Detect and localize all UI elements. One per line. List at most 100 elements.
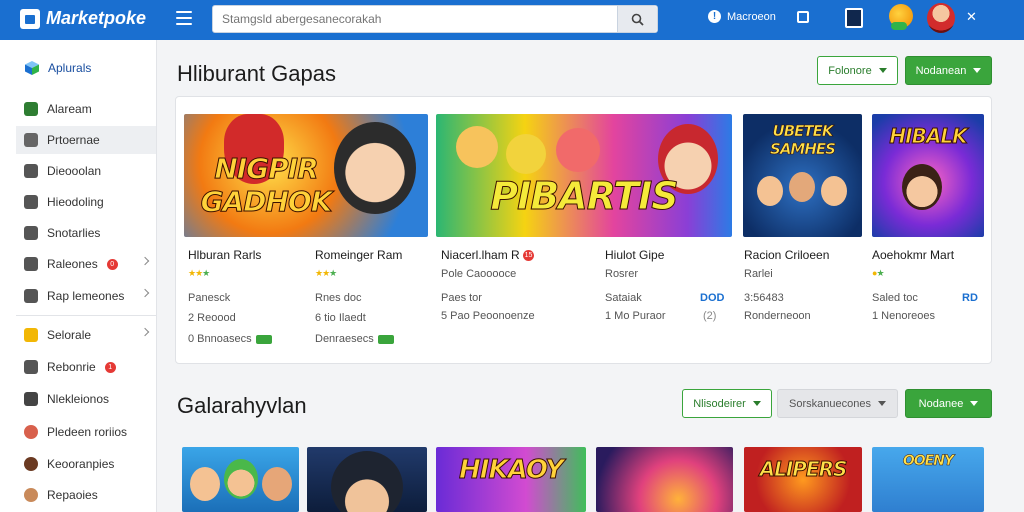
game-title-row[interactable]: Niacerl.lham R 15 (441, 248, 535, 262)
card-detail: 3:56483 (744, 292, 784, 304)
count-badge: 1 (104, 361, 116, 373)
game-thumbnail[interactable]: NIGPIR GADHOK (184, 114, 428, 237)
game-thumbnail[interactable]: UBETEK SAMHES (743, 114, 862, 237)
card-detail: Sataiak (605, 292, 642, 304)
game-title[interactable]: Racion Criloeen (744, 248, 829, 262)
sidebar-item-label: Rap lemeones (47, 289, 125, 303)
sidebar-header-label: Aplurals (48, 61, 92, 75)
sort-dropdown[interactable]: Sorskanuecones (777, 389, 898, 418)
card-detail: 1 Nenoreoes (872, 310, 935, 322)
rating-stars: ★★★ (315, 268, 337, 278)
sidebar: Aplurals Alaream Prtoernae Dieooolan Hie… (0, 40, 157, 512)
sidebar-divider (16, 315, 156, 316)
sidebar-item-label: Snotarlies (47, 226, 101, 240)
game-title[interactable]: Hiulot Gipe (605, 248, 664, 262)
sidebar-item-raleones[interactable]: Raleones 0 (16, 250, 156, 278)
notifications-icon[interactable] (797, 11, 809, 23)
calendar-icon (24, 392, 38, 406)
card-meta: Rarlei (744, 268, 773, 280)
thumbnail-title: OOENY (902, 453, 955, 470)
card-detail: Rnes doc (315, 292, 362, 304)
profile-avatar-icon (24, 488, 38, 502)
chevron-right-icon (140, 327, 150, 337)
filter-dropdown[interactable]: Folonore (817, 56, 898, 85)
sidebar-item-repaoies[interactable]: Repaoies (16, 481, 156, 509)
sidebar-item-snotarlies[interactable]: Snotarlies (16, 219, 156, 247)
search-icon (631, 13, 644, 26)
character-face (506, 134, 546, 174)
game-title[interactable]: Aoehokmr Mart (872, 248, 954, 262)
sidebar-header[interactable]: Aplurals (24, 60, 91, 76)
box-icon (24, 164, 38, 178)
game-title[interactable]: Romeinger Ram (315, 248, 402, 262)
card-value: DOD (700, 292, 725, 304)
character-face (902, 164, 942, 210)
thumbnail-title: NIGPIR GADHOK (200, 152, 333, 219)
sidebar-item-dieooolan[interactable]: Dieooolan (16, 157, 156, 185)
game-thumbnail[interactable]: OOENY (872, 447, 984, 512)
character-face (556, 128, 600, 172)
character-face (821, 176, 847, 206)
game-thumbnail[interactable]: ALIPERS (744, 447, 862, 512)
card-value: (2) (703, 310, 717, 322)
primary-dropdown-button[interactable]: Nodanee (905, 389, 992, 418)
sidebar-item-alaream[interactable]: Alaream (16, 95, 156, 123)
filter-dropdown[interactable]: Nlisodeirer (682, 389, 772, 418)
chevron-down-icon (973, 68, 982, 73)
search-button[interactable] (617, 6, 657, 32)
sidebar-item-rap-lemeones[interactable]: Rap lemeones (16, 282, 156, 310)
sidebar-item-label: Repaoies (47, 488, 98, 502)
count-badge: 0 (106, 258, 118, 270)
card-detail: Panesck (188, 292, 231, 304)
card-detail: Denraesecs (315, 333, 374, 345)
character-face (262, 467, 292, 501)
chevron-down-icon (970, 401, 979, 406)
section-title-gallery: Galarahyvlan (177, 393, 307, 418)
character-face (190, 467, 220, 501)
user-avatar[interactable] (927, 3, 955, 33)
game-thumbnail[interactable]: HIBALK (872, 114, 984, 237)
menu-icon[interactable] (176, 11, 192, 25)
game-thumbnail[interactable]: PIBARTIS (436, 114, 732, 237)
card-meta: Pole Caooooce (441, 268, 517, 280)
count-badge: 15 (523, 250, 535, 262)
character-face (331, 451, 403, 512)
sidebar-item-keooranpies[interactable]: Keooranpies (16, 450, 156, 478)
card-detail: Saled toc (872, 292, 918, 304)
card-detail: 5 Pao Peoonoenze (441, 310, 535, 322)
monitor-icon[interactable] (845, 8, 863, 28)
game-thumbnail[interactable] (307, 447, 427, 512)
card-detail: 0 Bnnoasecs (188, 333, 252, 345)
tools-icon[interactable]: ✕ (966, 9, 977, 25)
chevron-down-icon (878, 68, 887, 73)
chevron-down-icon (877, 401, 886, 406)
section-title-featured: Hliburant Gapas (177, 61, 336, 86)
chevron-right-icon (140, 256, 150, 266)
primary-dropdown-button[interactable]: Nodanean (905, 56, 992, 85)
thumbnail-title: HIBALK (889, 124, 968, 149)
chevron-down-icon (752, 401, 761, 406)
sidebar-item-prtoernae[interactable]: Prtoernae (16, 126, 156, 154)
card-meta: Rosrer (605, 268, 639, 280)
top-bar: Marketpoke ! Macroeon ✕ (0, 0, 1024, 40)
game-thumbnail[interactable] (182, 447, 299, 512)
game-thumbnail[interactable] (596, 447, 733, 512)
list-icon (24, 226, 38, 240)
sidebar-item-pledeen-roriios[interactable]: Pledeen roriios (16, 418, 156, 446)
sidebar-item-hieodoling[interactable]: Hieodoling (16, 188, 156, 216)
brand[interactable]: Marketpoke (20, 8, 146, 29)
filter-label: Nlisodeirer (693, 397, 746, 410)
gamepad-icon (24, 289, 38, 303)
game-thumbnail[interactable]: HIKAOY (436, 447, 586, 512)
card-price-row: Denraesecs (315, 333, 394, 345)
sidebar-item-label: Nlekleionos (47, 392, 110, 406)
sidebar-item-rebonrie[interactable]: Rebonrie 1 (16, 353, 156, 381)
help-link[interactable]: ! Macroeon (708, 10, 776, 23)
sidebar-item-selorale[interactable]: Selorale (16, 321, 156, 349)
game-title[interactable]: Hlburan Rarls (188, 248, 261, 262)
document-icon (24, 195, 38, 209)
sidebar-item-label: Rebonrie (47, 360, 96, 374)
sidebar-item-nlekleionos[interactable]: Nlekleionos (16, 385, 156, 413)
search-input[interactable] (213, 6, 613, 32)
brand-name: Marketpoke (46, 8, 147, 28)
